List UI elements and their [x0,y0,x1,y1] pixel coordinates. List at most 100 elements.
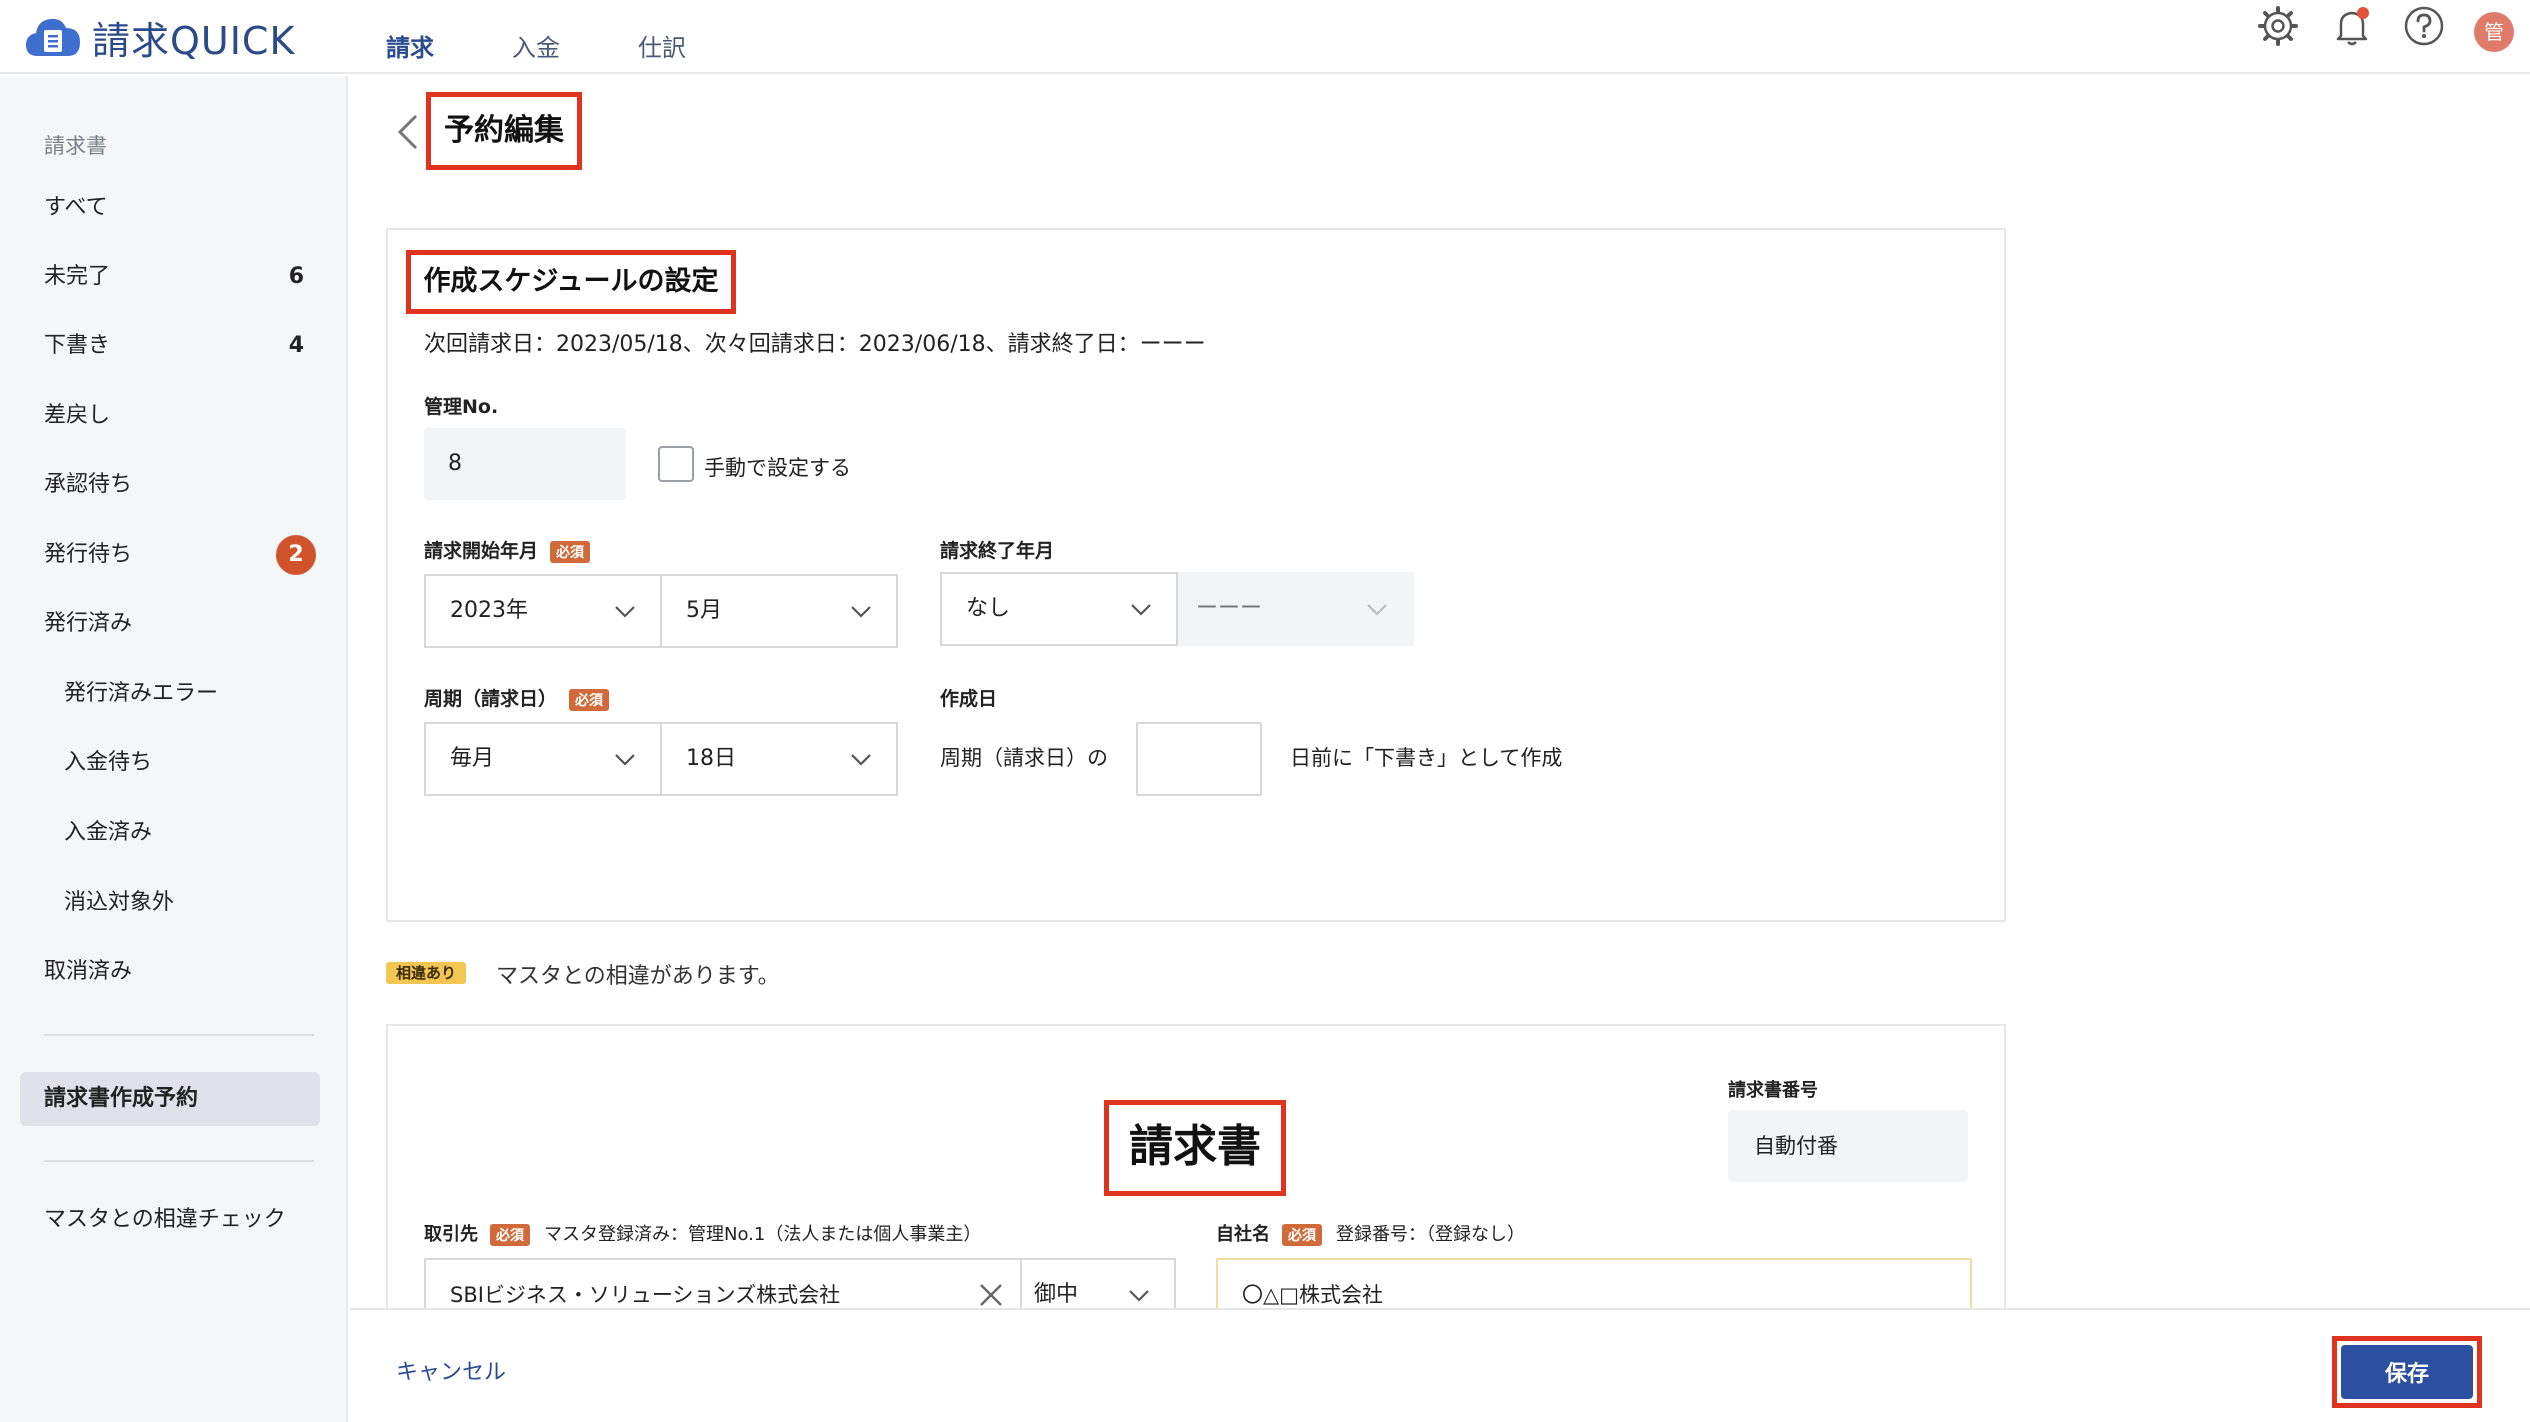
manual-setting-label: 手動で設定する [704,456,851,480]
sidebar-item-all[interactable]: すべて [44,188,304,228]
chevron-down-icon [615,754,635,766]
company-note: 登録番号：（登録なし） [1336,1224,1525,1245]
cancel-link[interactable]: キャンセル [396,1354,506,1386]
sidebar-item-label: 未完了 [44,264,111,289]
app-root: 請求QUICK 請求 入金 仕訳 管 請求書 すべて 未完了 6 下書き 4 差… [0,0,2530,1422]
section-title: 作成スケジュールの設定 [406,250,736,314]
footer-bar: キャンセル 保存 [350,1308,2530,1422]
client-label: 取引先 必須 マスタ登録済み：管理No.1（法人または個人事業主） [424,1220,981,1246]
cycle-label: 周期（請求日） 必須 [424,684,610,711]
sidebar-item-reservation[interactable]: 請求書作成予約 [20,1072,320,1126]
billing-end-label: 請求終了年月 [940,540,1055,562]
client-label-text: 取引先 [424,1224,478,1245]
cycle-day-value: 18日 [686,746,736,771]
save-button[interactable]: 保存 [2341,1345,2473,1399]
cycle-value: 毎月 [450,746,495,771]
end-month-select: ーーー [1178,572,1414,646]
sidebar-item-label: 差戻し [44,403,111,428]
required-badge: 必須 [1282,1224,1322,1246]
chevron-down-icon [851,754,871,766]
sidebar-item-count: 4 [288,333,304,358]
question-circle-icon[interactable] [2402,4,2446,48]
manual-setting-checkbox[interactable] [658,446,694,482]
sidebar-item-master-diff-check[interactable]: マスタとの相違チェック [44,1200,304,1240]
end-year-value: なし [966,596,1011,621]
start-year-select[interactable]: 2023年 [424,574,662,648]
sidebar-item-paid[interactable]: 入金済み [64,813,324,853]
user-avatar[interactable]: 管 [2474,12,2514,52]
app-name: 請求QUICK [92,18,296,63]
invoice-number-field: 自動付番 [1728,1110,1968,1182]
chevron-down-icon [615,606,635,618]
end-month-value: ーーー [1196,596,1263,621]
sidebar-item-label: マスタとの相違チェック [44,1207,286,1232]
sidebar-item-cancelled[interactable]: 取消済み [44,952,304,992]
diff-status-badge: 相違あり [386,962,467,984]
start-month-select[interactable]: 5月 [660,574,898,648]
company-label-text: 自社名 [1216,1224,1270,1245]
sidebar-item-label: 入金待ち [64,750,153,775]
sidebar: 請求書 すべて 未完了 6 下書き 4 差戻し 承認待ち 発行待ち 2 発行済み… [0,76,348,1422]
management-no-field[interactable]: 8 [424,428,626,500]
sidebar-item-label: 発行済み [44,611,133,636]
client-note: マスタ登録済み：管理No.1（法人または個人事業主） [544,1224,982,1245]
schedule-settings-card: 作成スケジュールの設定 次回請求日：2023/05/18、次々回請求日：2023… [386,228,2006,922]
bell-icon[interactable] [2330,4,2374,48]
invoice-title: 請求書 [1104,1100,1286,1196]
chevron-down-icon [1367,604,1387,616]
sidebar-item-label: 取消済み [44,959,133,984]
cycle-day-select[interactable]: 18日 [660,722,898,796]
invoice-number-value: 自動付番 [1754,1134,1838,1158]
clear-x-icon[interactable] [978,1282,1004,1308]
chevron-down-icon [1131,604,1151,616]
chevron-down-icon [1129,1290,1149,1302]
sidebar-item-label: 発行済みエラー [64,681,219,706]
required-badge: 必須 [490,1224,530,1246]
sidebar-item-awaiting-payment[interactable]: 入金待ち [64,743,324,783]
sidebar-item-excluded[interactable]: 消込対象外 [64,883,324,923]
back-chevron-icon[interactable] [396,112,420,152]
invoice-number-label: 請求書番号 [1728,1080,1818,1101]
schedule-summary: 次回請求日：2023/05/18、次々回請求日：2023/06/18、請求終了日… [424,332,1206,357]
sidebar-divider [44,1160,314,1162]
sidebar-item-returned[interactable]: 差戻し [44,396,304,436]
sidebar-item-draft[interactable]: 下書き 4 [44,326,304,366]
top-header: 請求QUICK 請求 入金 仕訳 管 [0,0,2530,74]
creation-date-label: 作成日 [940,688,998,710]
diff-message: マスタとの相違があります。 [496,964,780,989]
sidebar-item-label: すべて [44,195,108,220]
sidebar-item-label: 発行待ち [44,542,133,567]
required-badge: 必須 [569,688,610,711]
topnav-payment[interactable]: 入金 [512,28,560,63]
topnav-journal[interactable]: 仕訳 [638,28,686,63]
page-title: 予約編集 [426,92,582,170]
save-button-highlight: 保存 [2332,1336,2482,1408]
billing-start-label: 請求開始年月 必須 [424,536,591,563]
days-before-input[interactable] [1136,722,1262,796]
creation-date-suffix: 日前に「下書き」として作成 [1290,746,1563,770]
sidebar-item-awaiting-approval[interactable]: 承認待ち [44,465,304,505]
sidebar-item-label: 承認待ち [44,472,133,497]
billing-start-label-text: 請求開始年月 [424,540,539,562]
sidebar-item-label: 下書き [44,333,111,358]
management-no-label: 管理No. [424,396,499,418]
top-navigation: 請求 入金 仕訳 [386,28,764,63]
sidebar-divider [44,1034,314,1036]
end-year-select[interactable]: なし [940,572,1178,646]
sidebar-item-label: 請求書作成予約 [44,1086,199,1111]
sidebar-item-awaiting-issue[interactable]: 発行待ち 2 [44,535,316,575]
sidebar-item-incomplete[interactable]: 未完了 6 [44,257,304,297]
start-month-value: 5月 [686,598,722,623]
start-year-value: 2023年 [450,598,528,623]
gear-icon[interactable] [2256,4,2300,48]
sidebar-item-label: 入金済み [64,820,153,845]
company-label: 自社名 必須 登録番号：（登録なし） [1216,1220,1525,1246]
topnav-invoice[interactable]: 請求 [386,28,434,63]
sidebar-item-issued[interactable]: 発行済み [44,604,304,644]
count-badge: 2 [276,535,316,575]
sidebar-item-issue-error[interactable]: 発行済みエラー [64,674,324,714]
app-logo[interactable]: 請求QUICK [24,10,295,64]
cycle-select[interactable]: 毎月 [424,722,662,796]
sidebar-heading: 請求書 [44,134,107,158]
sidebar-item-label: 消込対象外 [64,890,175,915]
